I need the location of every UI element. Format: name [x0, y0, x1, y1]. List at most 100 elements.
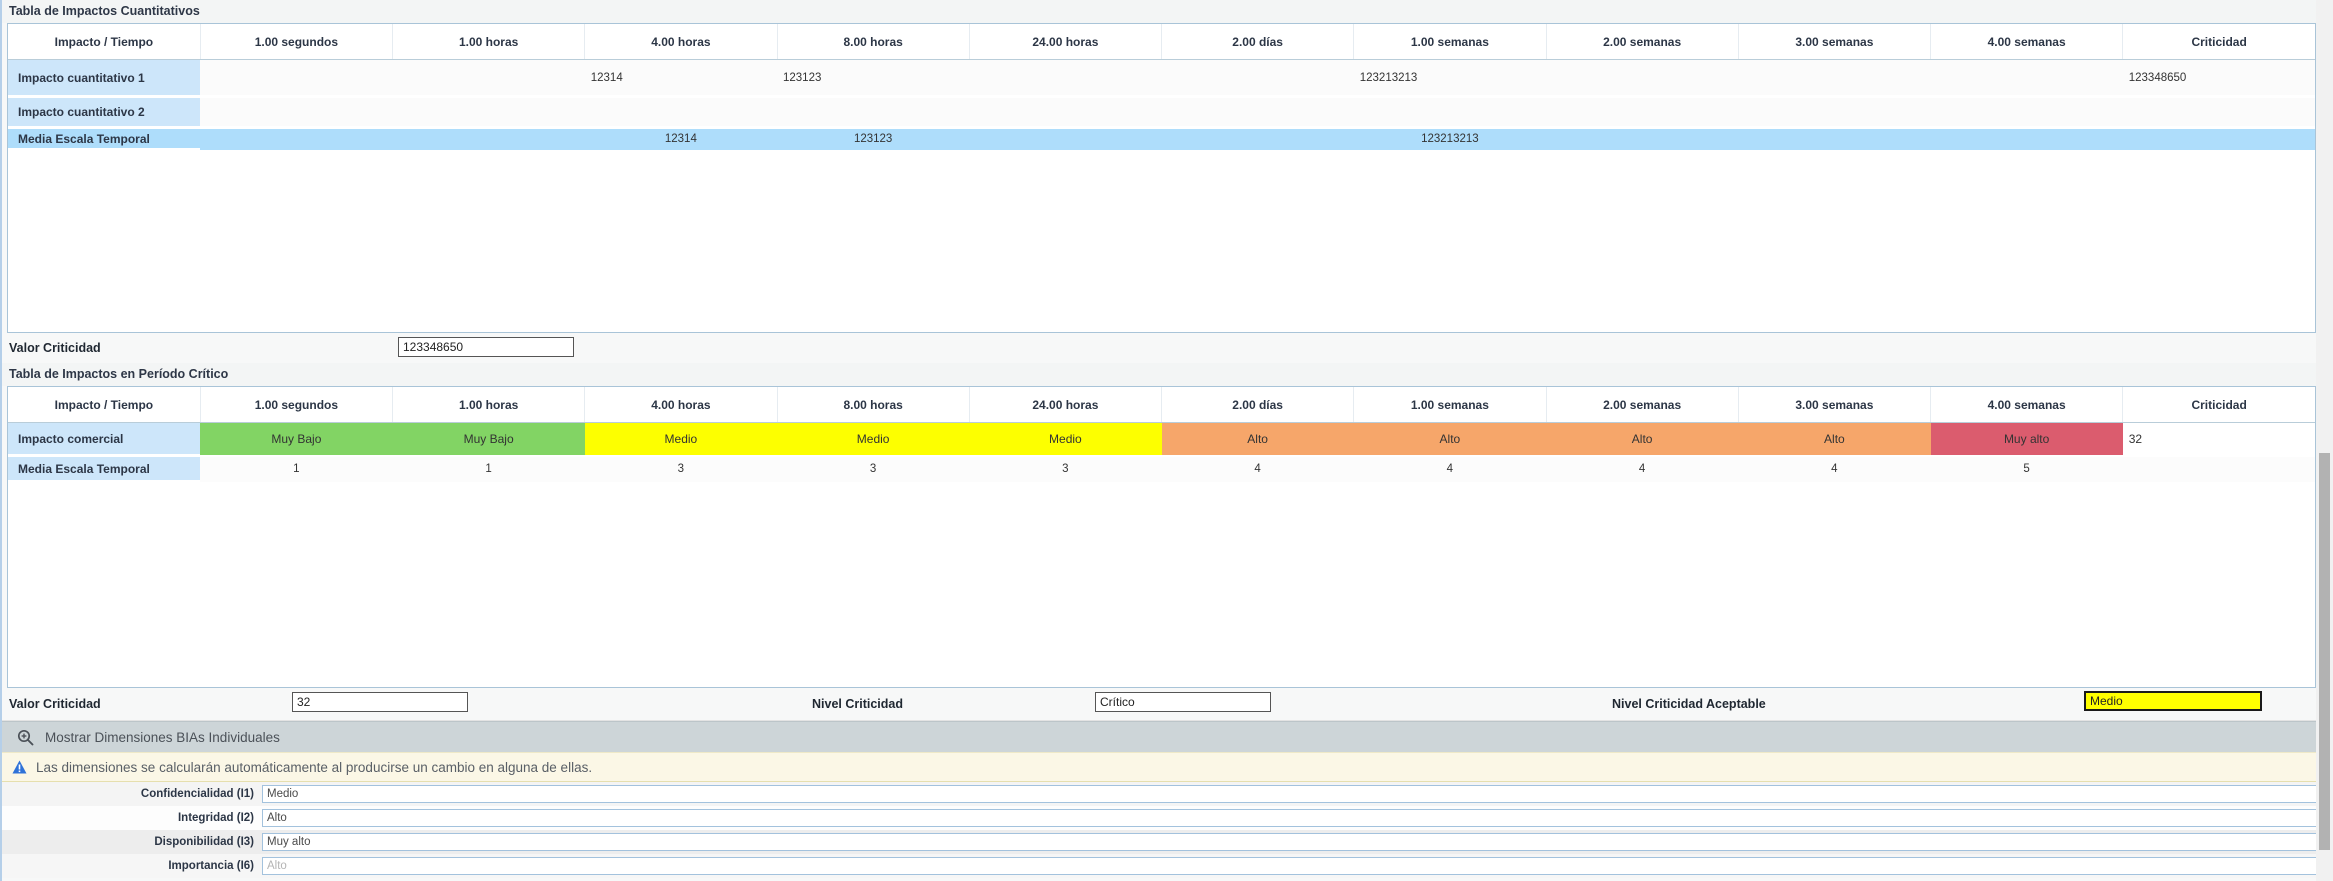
column-header: 1.00 semanas [1354, 387, 1546, 423]
integridad-input[interactable] [262, 809, 2321, 827]
table-cell[interactable]: Alto [1162, 423, 1354, 456]
table-cell[interactable] [1738, 60, 1930, 97]
table-cell[interactable] [393, 97, 585, 128]
table-cell[interactable] [2123, 97, 2315, 128]
table-row-media-escala-temporal: Media Escala Temporal1231412312312321321… [8, 128, 2315, 150]
table-cell: 123123 [777, 128, 969, 150]
column-header: 24.00 horas [969, 387, 1161, 423]
table-cell[interactable] [1162, 60, 1354, 97]
bia-impact-panel: Tabla de Impactos Cuantitativos Impacto … [0, 0, 2333, 881]
show-individual-bia-dimensions-toggle[interactable]: Mostrar Dimensiones BIAs Individuales [2, 721, 2333, 752]
table-cell[interactable] [200, 97, 392, 128]
column-header: Impacto / Tiempo [8, 387, 200, 423]
table-cell[interactable]: 123213213 [1354, 60, 1546, 97]
column-header: 2.00 días [1162, 387, 1354, 423]
criticality-controls-row: Valor Criticidad Nivel Criticidad Nivel … [2, 688, 2333, 721]
column-header: Criticidad [2123, 387, 2315, 423]
table-cell[interactable]: Medio [585, 423, 777, 456]
bia-dimension-fields: Confidencialidad (I1)Integridad (I2) Disp… [2, 782, 2333, 878]
nivel-criticidad-input[interactable] [1095, 692, 1271, 712]
table-cell: 3 [585, 456, 777, 482]
table-cell: 4 [1546, 456, 1738, 482]
table-cell[interactable]: Muy Bajo [200, 423, 392, 456]
field-row-importancia: Importancia (I6) [2, 854, 2333, 878]
table-cell: 4 [1162, 456, 1354, 482]
table-cell[interactable] [1738, 97, 1930, 128]
valor-criticidad-row-1: Valor Criticidad [2, 333, 2333, 363]
valor-criticidad-2-input[interactable] [292, 692, 468, 712]
table-cell[interactable]: Alto [1738, 423, 1930, 456]
column-header: 2.00 semanas [1546, 24, 1738, 60]
table-cell[interactable]: 123348650 [2123, 60, 2315, 97]
column-header: 1.00 semanas [1354, 24, 1546, 60]
table-cell[interactable] [1546, 97, 1738, 128]
table-row-impacto-cuantitativo-1: Impacto cuantitativo 1123141231231232132… [8, 60, 2315, 97]
table-cell: 123213213 [1354, 128, 1546, 150]
table-cell [1546, 128, 1738, 150]
disponibilidad-label: Disponibilidad (I3) [2, 836, 262, 848]
nivel-criticidad-aceptable-label: Nivel Criticidad Aceptable [1612, 697, 1766, 711]
table-cell: 1 [200, 456, 392, 482]
row-label: Impacto cuantitativo 2 [8, 97, 200, 128]
table-cell[interactable]: Medio [777, 423, 969, 456]
table-cell: 4 [1738, 456, 1930, 482]
confidencialidad-input[interactable] [262, 785, 2321, 803]
column-header: 4.00 horas [585, 24, 777, 60]
vertical-scrollbar[interactable] [2316, 0, 2333, 881]
table-cell[interactable]: 12314 [585, 60, 777, 97]
nivel-criticidad-aceptable-input[interactable] [2084, 691, 2262, 711]
column-header: 2.00 días [1162, 24, 1354, 60]
critical-period-table-container: Impacto / Tiempo1.00 segundos1.00 horas4… [7, 386, 2316, 688]
importancia-label: Importancia (I6) [2, 860, 262, 872]
table-cell[interactable] [200, 60, 392, 97]
table-row-impacto-comercial: Impacto comercialMuy BajoMuy BajoMedioMe… [8, 423, 2315, 456]
table-cell[interactable] [777, 97, 969, 128]
table-cell[interactable] [1162, 97, 1354, 128]
column-header: 24.00 horas [969, 24, 1161, 60]
field-row-confidencialidad: Confidencialidad (I1) [2, 782, 2333, 806]
scrollbar-thumb[interactable] [2319, 453, 2330, 850]
column-header: 2.00 semanas [1546, 387, 1738, 423]
table-cell [1931, 128, 2123, 150]
table-cell[interactable] [1546, 60, 1738, 97]
table-cell [200, 128, 392, 150]
table-cell [969, 128, 1161, 150]
valor-criticidad-2-label: Valor Criticidad [9, 697, 101, 711]
table-cell[interactable]: Alto [1546, 423, 1738, 456]
disponibilidad-input[interactable] [262, 833, 2321, 851]
table-cell[interactable] [969, 97, 1161, 128]
quantitative-impacts-table: Impacto / Tiempo1.00 segundos1.00 horas4… [8, 24, 2315, 151]
column-header: 8.00 horas [777, 387, 969, 423]
table-cell[interactable] [969, 60, 1161, 97]
dimensions-info-message: Las dimensiones se calcularán automática… [2, 752, 2333, 782]
table-row-impacto-cuantitativo-2: Impacto cuantitativo 2 [8, 97, 2315, 128]
valor-criticidad-input[interactable] [398, 337, 574, 357]
table-cell [2123, 456, 2315, 482]
quantitative-impacts-table-container: Impacto / Tiempo1.00 segundos1.00 horas4… [7, 23, 2316, 333]
table-cell[interactable] [585, 97, 777, 128]
info-message-text: Las dimensiones se calcularán automática… [36, 760, 592, 775]
table-cell: 3 [969, 456, 1161, 482]
warning-triangle-icon [12, 760, 27, 774]
table-cell[interactable] [1354, 97, 1546, 128]
importancia-input [262, 857, 2321, 875]
table-cell [1738, 128, 1930, 150]
table-cell[interactable]: Alto [1354, 423, 1546, 456]
column-header: 3.00 semanas [1738, 24, 1930, 60]
row-label: Media Escala Temporal [8, 456, 200, 482]
table-cell[interactable]: Medio [969, 423, 1161, 456]
table-row-media-escala-temporal: Media Escala Temporal1133344445 [8, 456, 2315, 482]
table-cell[interactable]: Muy Bajo [393, 423, 585, 456]
column-header: 4.00 semanas [1931, 387, 2123, 423]
table-cell: 3 [777, 456, 969, 482]
table-cell[interactable] [393, 60, 585, 97]
table-cell [2123, 128, 2315, 150]
row-label: Media Escala Temporal [8, 128, 200, 150]
table-cell[interactable] [1931, 97, 2123, 128]
column-header: 1.00 segundos [200, 387, 392, 423]
table-cell: 5 [1931, 456, 2123, 482]
table-cell[interactable]: 123123 [777, 60, 969, 97]
table-cell[interactable] [1931, 60, 2123, 97]
table-cell[interactable]: Muy alto [1931, 423, 2123, 456]
field-row-integridad: Integridad (I2) [2, 806, 2333, 830]
